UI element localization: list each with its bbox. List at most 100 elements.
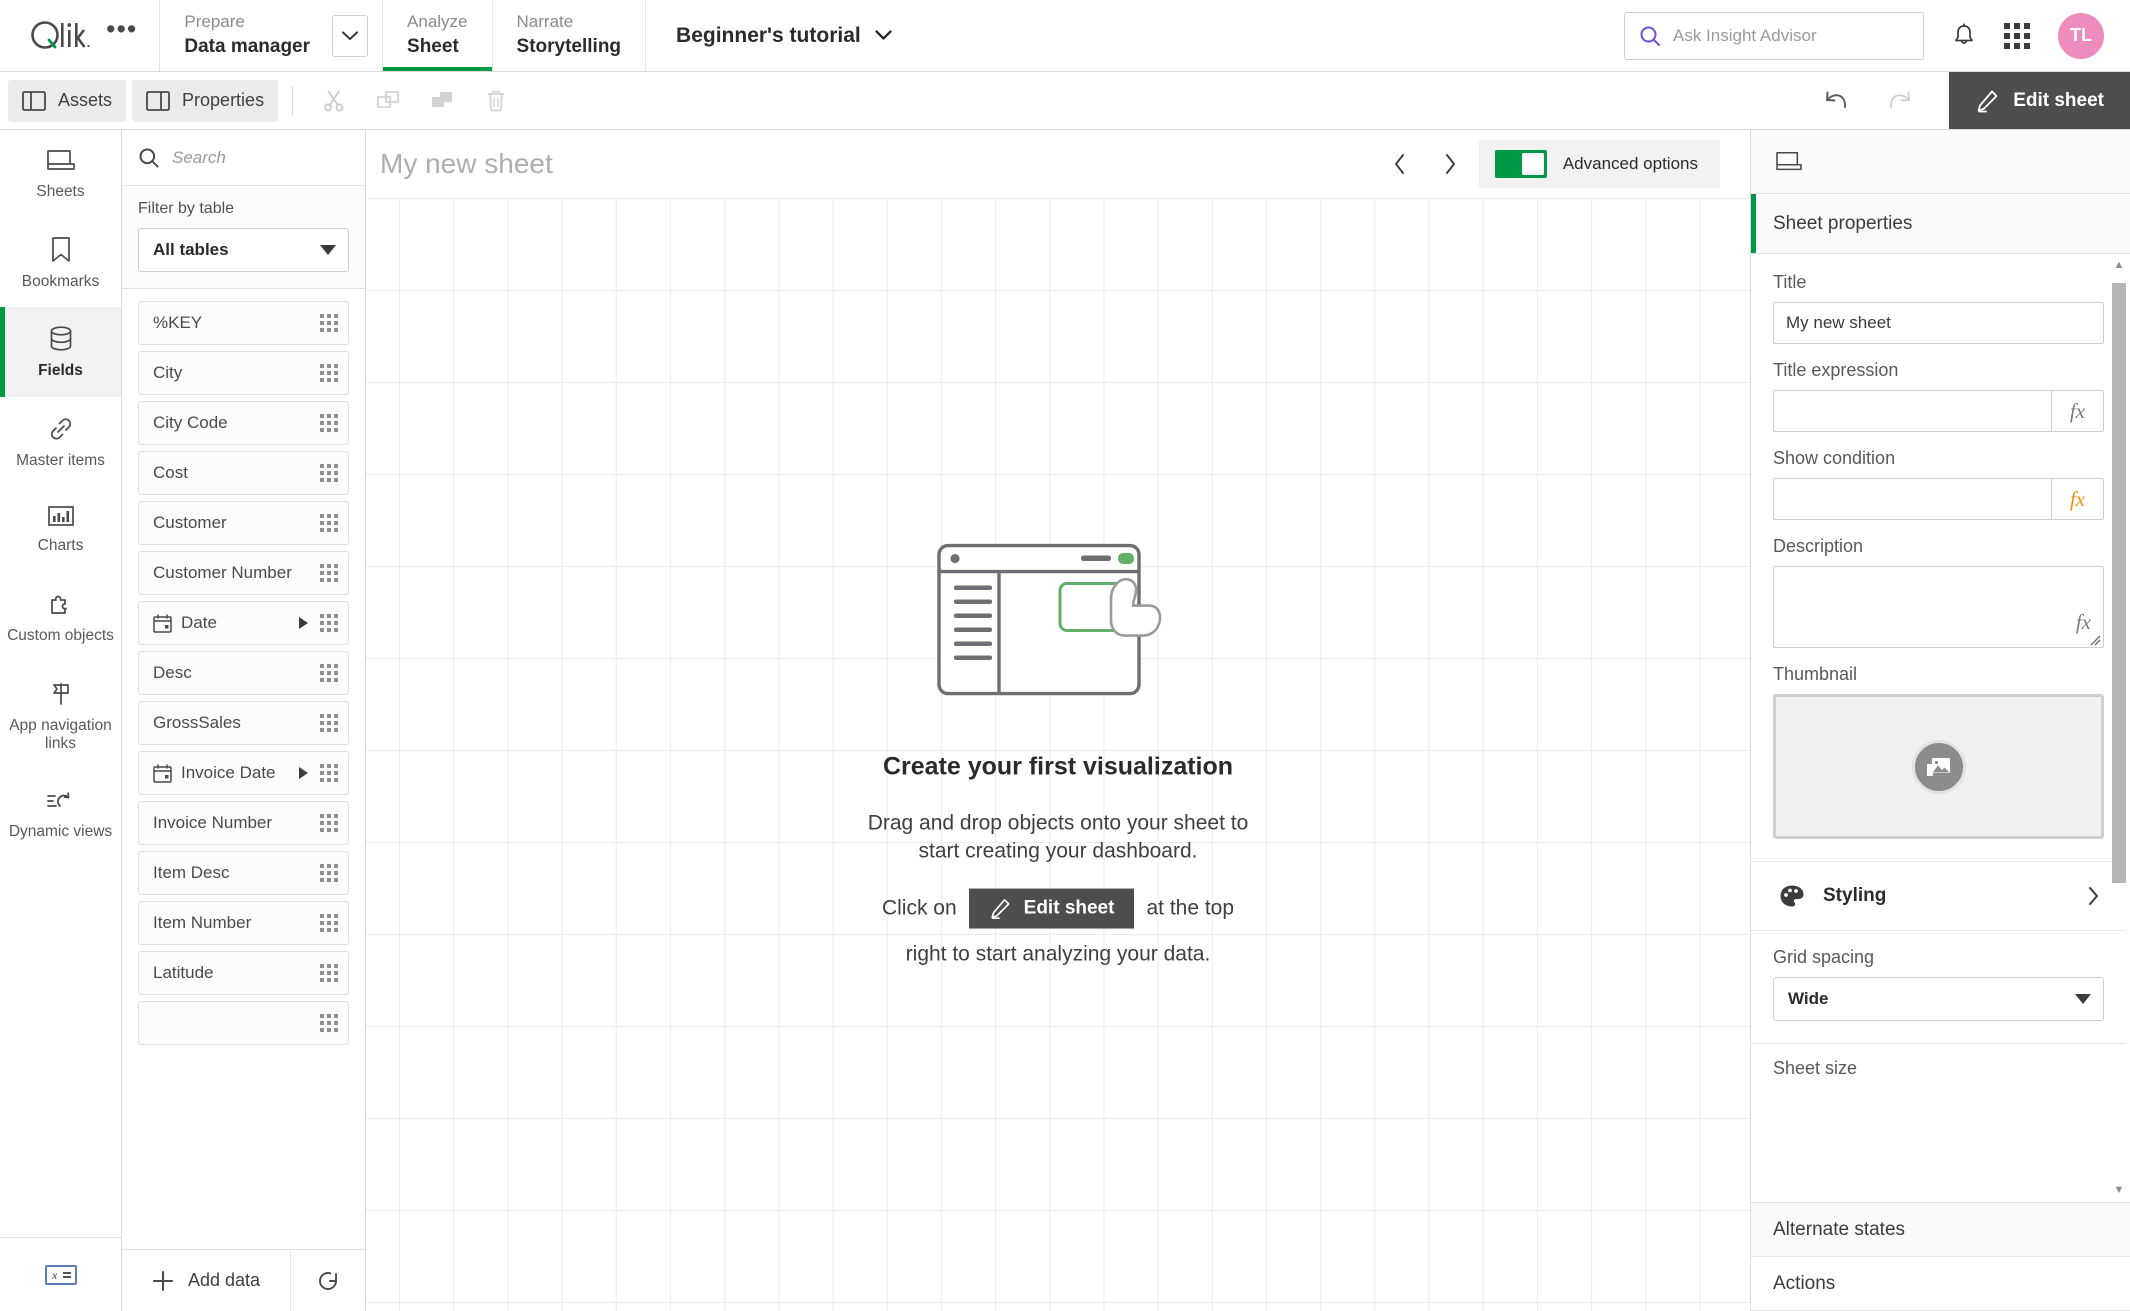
sheet-grid[interactable]: Create your first visualization Drag and…	[366, 198, 1750, 1311]
trash-icon[interactable]	[469, 80, 523, 122]
scroll-up-arrow-icon[interactable]: ▲	[2114, 254, 2125, 277]
variables-icon[interactable]: x	[44, 1262, 78, 1288]
sidebar-item-bookmarks[interactable]: Bookmarks	[0, 218, 121, 308]
edit-sheet-button[interactable]: Edit sheet	[1949, 72, 2130, 129]
insight-advisor-search[interactable]: Ask Insight Advisor	[1624, 11, 1924, 60]
list-item[interactable]: Customer	[138, 501, 349, 545]
reload-icon[interactable]	[291, 1250, 365, 1311]
nav-section-analyze[interactable]: Analyze Sheet	[383, 0, 493, 71]
actions-section[interactable]: Actions	[1751, 1257, 2130, 1311]
field-label: City Code	[153, 413, 228, 432]
drag-handle-icon[interactable]	[320, 714, 338, 732]
sidebar-item-fields[interactable]: Fields	[0, 307, 121, 397]
field-label: Cost	[153, 463, 188, 482]
drag-handle-icon[interactable]	[320, 814, 338, 832]
list-item[interactable]: Date	[138, 601, 349, 645]
drag-handle-icon[interactable]	[320, 364, 338, 382]
alternate-states-section[interactable]: Alternate states	[1751, 1203, 2130, 1257]
title-expression-input[interactable]	[1774, 391, 2051, 431]
sidebar-item-app-navigation-links[interactable]: App navigation links	[0, 662, 121, 770]
nav-prepare-category: Prepare	[184, 12, 245, 32]
drag-handle-icon[interactable]	[320, 314, 338, 332]
styling-section[interactable]: Styling	[1773, 862, 2104, 930]
title-input[interactable]: My new sheet	[1773, 302, 2104, 344]
drag-handle-icon[interactable]	[320, 1014, 338, 1032]
table-filter-select[interactable]: All tables	[138, 228, 349, 272]
add-data-label: Add data	[187, 1270, 261, 1290]
sidebar-item-custom-objects[interactable]: Custom objects	[0, 572, 121, 662]
list-item[interactable]: GrossSales	[138, 701, 349, 745]
list-item[interactable]: Invoice Number	[138, 801, 349, 845]
chevron-right-icon[interactable]	[1429, 143, 1471, 185]
drag-handle-icon[interactable]	[320, 464, 338, 482]
properties-panel-header: Sheet properties	[1751, 194, 2130, 254]
assets-search-row[interactable]: Search	[122, 130, 365, 186]
sheet-icon[interactable]	[1775, 150, 1803, 174]
copy-icon[interactable]	[361, 80, 415, 122]
sidebar-item-dynamic-views[interactable]: Dynamic views	[0, 770, 121, 858]
advanced-options-toggle[interactable]: Advanced options	[1478, 140, 1720, 188]
scroll-down-arrow-icon[interactable]: ▼	[2114, 1179, 2125, 1202]
drag-handle-icon[interactable]	[320, 964, 338, 982]
drag-handle-icon[interactable]	[320, 664, 338, 682]
list-item[interactable]: City Code	[138, 401, 349, 445]
avatar[interactable]: TL	[2058, 12, 2104, 59]
list-item[interactable]: Item Number	[138, 901, 349, 945]
expression-editor-icon[interactable]: fx	[2051, 479, 2103, 519]
list-item[interactable]: Item Desc	[138, 851, 349, 895]
expression-editor-icon[interactable]: fx	[2051, 391, 2103, 431]
drag-handle-icon[interactable]	[320, 614, 338, 632]
prepare-dropdown-button[interactable]	[332, 14, 369, 57]
list-item[interactable]: Invoice Date	[138, 751, 349, 795]
resize-handle-icon[interactable]	[2089, 634, 2101, 646]
qlik-logo-icon[interactable]	[30, 20, 92, 52]
list-item[interactable]	[138, 1001, 349, 1045]
scissors-icon[interactable]	[307, 80, 361, 122]
show-condition-input[interactable]	[1774, 479, 2051, 519]
expand-arrow-icon[interactable]	[299, 617, 308, 629]
drag-handle-icon[interactable]	[320, 914, 338, 932]
calendar-icon	[153, 763, 172, 783]
field-list[interactable]: %KEY City City Code Cost Customer Custom…	[122, 289, 365, 1249]
sidebar-item-charts[interactable]: Charts	[0, 486, 121, 572]
editor-toolbar: Assets Properties Edit sheet	[0, 72, 2130, 130]
list-item[interactable]: City	[138, 351, 349, 395]
drag-handle-icon[interactable]	[320, 414, 338, 432]
assets-panel-toggle[interactable]: Assets	[8, 79, 127, 122]
list-item[interactable]: Desc	[138, 651, 349, 695]
advanced-options-switch[interactable]	[1494, 150, 1547, 178]
scrollbar-thumb[interactable]	[2112, 283, 2126, 883]
description-textarea[interactable]: fx	[1773, 566, 2104, 648]
properties-tabbar	[1751, 130, 2130, 194]
drag-handle-icon[interactable]	[320, 514, 338, 532]
grid-spacing-select[interactable]: Wide	[1773, 977, 2104, 1021]
properties-scroll-region[interactable]: Title My new sheet Title expression fx S…	[1751, 254, 2130, 1202]
bell-icon[interactable]	[1952, 22, 1976, 49]
thumbnail-picker[interactable]	[1773, 694, 2104, 839]
list-item[interactable]: %KEY	[138, 301, 349, 345]
properties-panel-toggle[interactable]: Properties	[132, 79, 279, 122]
drag-handle-icon[interactable]	[320, 864, 338, 882]
drag-handle-icon[interactable]	[320, 764, 338, 782]
list-item[interactable]: Latitude	[138, 951, 349, 995]
add-data-button[interactable]: Add data	[122, 1250, 291, 1311]
sidebar-label-charts: Charts	[37, 537, 84, 555]
chevron-left-icon[interactable]	[1379, 143, 1421, 185]
list-item[interactable]: Cost	[138, 451, 349, 495]
sidebar-item-master-items[interactable]: Master items	[0, 397, 121, 487]
paste-icon[interactable]	[415, 80, 469, 122]
nav-section-narrate[interactable]: Narrate Storytelling	[493, 0, 647, 71]
list-item[interactable]: Customer Number	[138, 551, 349, 595]
properties-scrollbar[interactable]: ▲ ▼	[2112, 254, 2126, 1202]
scrollbar-track[interactable]	[2112, 277, 2126, 1179]
expand-arrow-icon[interactable]	[299, 767, 308, 779]
undo-arrow-icon[interactable]	[1809, 80, 1863, 122]
assets-footer: Add data	[122, 1249, 365, 1311]
overflow-menu-icon[interactable]: •••	[106, 16, 137, 47]
grid-menu-icon[interactable]	[2004, 22, 2030, 49]
nav-section-prepare[interactable]: Prepare Data manager	[160, 0, 384, 71]
drag-handle-icon[interactable]	[320, 564, 338, 582]
app-title-dropdown[interactable]: Beginner's tutorial	[646, 0, 922, 71]
sidebar-item-sheets[interactable]: Sheets	[0, 130, 121, 218]
expression-editor-icon[interactable]: fx	[2076, 610, 2091, 635]
